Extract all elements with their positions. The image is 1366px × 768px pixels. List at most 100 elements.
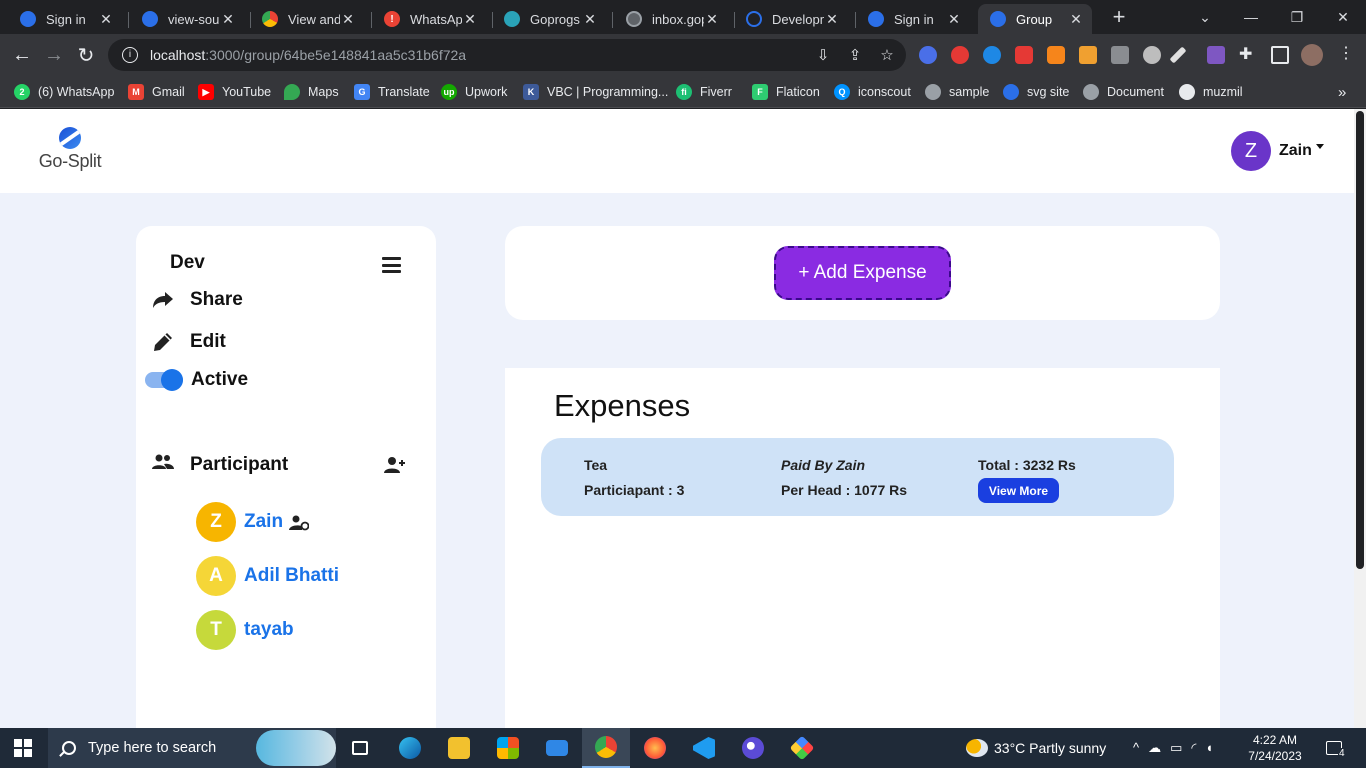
bookmark-item[interactable]: 2 (6) WhatsApp	[14, 82, 114, 102]
upwork-icon: up	[441, 84, 457, 100]
bookmark-item[interactable]: Maps	[284, 82, 339, 102]
bookmark-item[interactable]: F Flaticon	[752, 82, 820, 102]
close-tab-icon[interactable]: ✕	[340, 11, 356, 28]
edge-icon[interactable]	[386, 728, 434, 768]
bookmark-item[interactable]: sample	[925, 82, 989, 102]
microsoft-store-icon[interactable]	[484, 728, 532, 768]
vbc-icon: K	[523, 84, 539, 100]
more-bookmarks-chevron-icon[interactable]: »	[1338, 82, 1346, 102]
bookmark-item[interactable]: muzmil	[1179, 82, 1243, 102]
participant-item[interactable]: Z Zain	[196, 502, 310, 542]
tab-title: Sign in	[894, 11, 934, 27]
extension-icon[interactable]	[983, 46, 1001, 64]
participant-item[interactable]: T tayab	[196, 610, 294, 650]
extension-icon[interactable]	[1207, 46, 1225, 64]
bookmark-item[interactable]: Qiconscout	[834, 82, 911, 102]
bookmark-item[interactable]: fi Fiverr	[676, 82, 732, 102]
add-user-icon[interactable]	[384, 456, 406, 474]
more-menu-icon[interactable]: ⋮	[1337, 43, 1355, 62]
globe-icon	[925, 84, 941, 100]
install-app-icon[interactable]: ⇩	[814, 47, 832, 65]
chrome-icon[interactable]	[582, 728, 630, 768]
system-tray-icons[interactable]: ^☁▭◜◖	[1133, 728, 1222, 768]
taskbar-clock[interactable]: 4:22 AM 7/24/2023	[1243, 732, 1307, 764]
browser-tab-active[interactable]: Group ✕	[978, 4, 1092, 34]
extension-icon[interactable]	[1143, 46, 1161, 64]
address-bar[interactable]: i localhost:3000/group/64be5e148841aa5c3…	[108, 39, 906, 71]
participant-name[interactable]: Adil Bhatti	[244, 565, 339, 587]
bookmark-item[interactable]: K VBC | Programming...	[523, 82, 668, 102]
extension-icon[interactable]	[1111, 46, 1129, 64]
share-arrow-icon	[150, 288, 176, 312]
add-expense-button[interactable]: + Add Expense	[774, 246, 951, 300]
vscode-icon[interactable]	[680, 728, 728, 768]
bookmark-item[interactable]: ▶ YouTube	[198, 82, 271, 102]
browser-tab[interactable]: Sign in ✕	[856, 4, 970, 34]
close-window-button[interactable]: ✕	[1320, 0, 1366, 34]
share-page-icon[interactable]: ⇪	[846, 47, 864, 65]
participant-name[interactable]: Zain	[244, 511, 283, 533]
close-tab-icon[interactable]: ✕	[704, 11, 720, 28]
mail-icon[interactable]	[533, 728, 581, 768]
hamburger-menu-icon[interactable]	[382, 257, 401, 273]
extensions-puzzle-icon[interactable]: ✚	[1239, 44, 1257, 63]
extension-icon[interactable]	[1015, 46, 1033, 64]
view-more-button[interactable]: View More	[978, 478, 1059, 503]
notification-center-icon[interactable]: 4	[1323, 728, 1346, 768]
browser-tab[interactable]: ! WhatsApp ✕	[372, 4, 486, 34]
bookmark-item[interactable]: M Gmail	[128, 82, 185, 102]
task-view-icon[interactable]	[336, 728, 384, 768]
app-icon[interactable]	[729, 728, 777, 768]
extension-icon[interactable]	[919, 46, 937, 64]
minimize-button[interactable]: —	[1228, 0, 1274, 34]
close-tab-icon[interactable]: ✕	[824, 11, 840, 28]
browser-tab[interactable]: Sign in ✕	[8, 4, 122, 34]
extension-icon[interactable]	[951, 46, 969, 64]
active-toggle[interactable]	[145, 369, 183, 391]
back-arrow-icon[interactable]: ←	[8, 41, 36, 69]
close-tab-icon[interactable]: ✕	[462, 11, 478, 28]
extension-icon[interactable]	[1079, 46, 1097, 64]
bookmark-item[interactable]: up Upwork	[441, 82, 507, 102]
edit-button[interactable]: Edit	[150, 330, 226, 354]
windows-start-icon[interactable]	[14, 739, 32, 757]
new-tab-button[interactable]: +	[1106, 5, 1132, 31]
bookmark-label: Translate	[378, 85, 430, 99]
close-tab-icon[interactable]: ✕	[946, 11, 962, 28]
page-scrollbar[interactable]	[1354, 109, 1366, 728]
restore-button[interactable]: ❐	[1274, 0, 1320, 34]
browser-tab[interactable]: View and e ✕	[250, 4, 364, 34]
search-highlight-image	[256, 730, 336, 766]
participant-item[interactable]: A Adil Bhatti	[196, 556, 339, 596]
share-button[interactable]: Share	[150, 288, 243, 312]
bookmark-item[interactable]: G Translate	[354, 82, 430, 102]
browser-tab[interactable]: view-sourc ✕	[130, 4, 244, 34]
user-menu[interactable]: Z Zain	[1231, 131, 1324, 171]
metamask-icon[interactable]	[1047, 46, 1065, 64]
reload-icon[interactable]: ↻	[72, 41, 100, 69]
git-app-icon[interactable]	[778, 728, 826, 768]
firefox-icon[interactable]	[631, 728, 679, 768]
scrollbar-thumb[interactable]	[1356, 111, 1364, 569]
pen-extension-icon[interactable]	[1169, 46, 1187, 64]
participant-name[interactable]: tayab	[244, 619, 294, 641]
close-tab-icon[interactable]: ✕	[582, 11, 598, 28]
close-tab-icon[interactable]: ✕	[1068, 11, 1084, 28]
side-panel-icon[interactable]	[1271, 46, 1289, 64]
browser-tab[interactable]: Goprogs C ✕	[492, 4, 606, 34]
close-tab-icon[interactable]: ✕	[220, 11, 236, 28]
bookmark-item[interactable]: Document	[1083, 82, 1164, 102]
bookmark-label: Maps	[308, 85, 339, 99]
tab-search-chevron-icon[interactable]: ⌄	[1182, 0, 1228, 34]
weather-widget[interactable]: 33°C Partly sunny	[966, 728, 1106, 768]
profile-avatar-icon[interactable]	[1301, 44, 1323, 66]
file-explorer-icon[interactable]	[435, 728, 483, 768]
go-split-logo[interactable]: Go-Split	[32, 127, 108, 177]
site-info-icon[interactable]: i	[122, 47, 138, 63]
browser-tab[interactable]: Developm ✕	[734, 4, 848, 34]
bookmark-item[interactable]: svg site	[1003, 82, 1069, 102]
close-tab-icon[interactable]: ✕	[98, 11, 114, 28]
forward-arrow-icon[interactable]: →	[40, 41, 68, 69]
browser-tab[interactable]: inbox.gopr ✕	[614, 4, 728, 34]
bookmark-star-icon[interactable]: ☆	[878, 47, 896, 65]
